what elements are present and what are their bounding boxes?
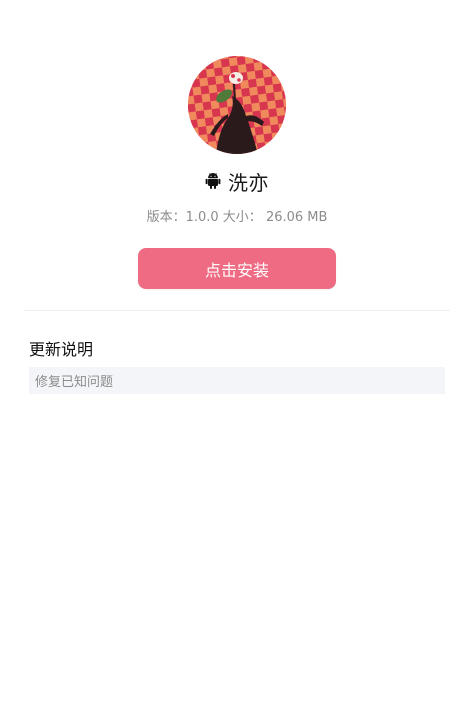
divider <box>24 310 450 311</box>
install-button[interactable]: 点击安装 <box>138 248 336 289</box>
version-value: 1.0.0 <box>185 210 219 225</box>
release-notes-content: 修复已知问题 <box>29 367 445 394</box>
release-notes-title: 更新说明 <box>29 340 94 359</box>
version-label: 版本： <box>146 210 186 225</box>
app-name: 洗亦 <box>228 170 269 195</box>
android-icon <box>205 172 221 190</box>
app-meta-info: 版本：1.0.0 大小： 26.06 MB <box>0 206 474 225</box>
size-label: 大小： <box>222 210 262 225</box>
release-notes-text: 修复已知问题 <box>35 375 114 390</box>
app-artwork-icon <box>188 56 286 154</box>
app-title-row: 洗亦 <box>0 166 474 196</box>
size-value: 26.06 MB <box>265 210 328 225</box>
